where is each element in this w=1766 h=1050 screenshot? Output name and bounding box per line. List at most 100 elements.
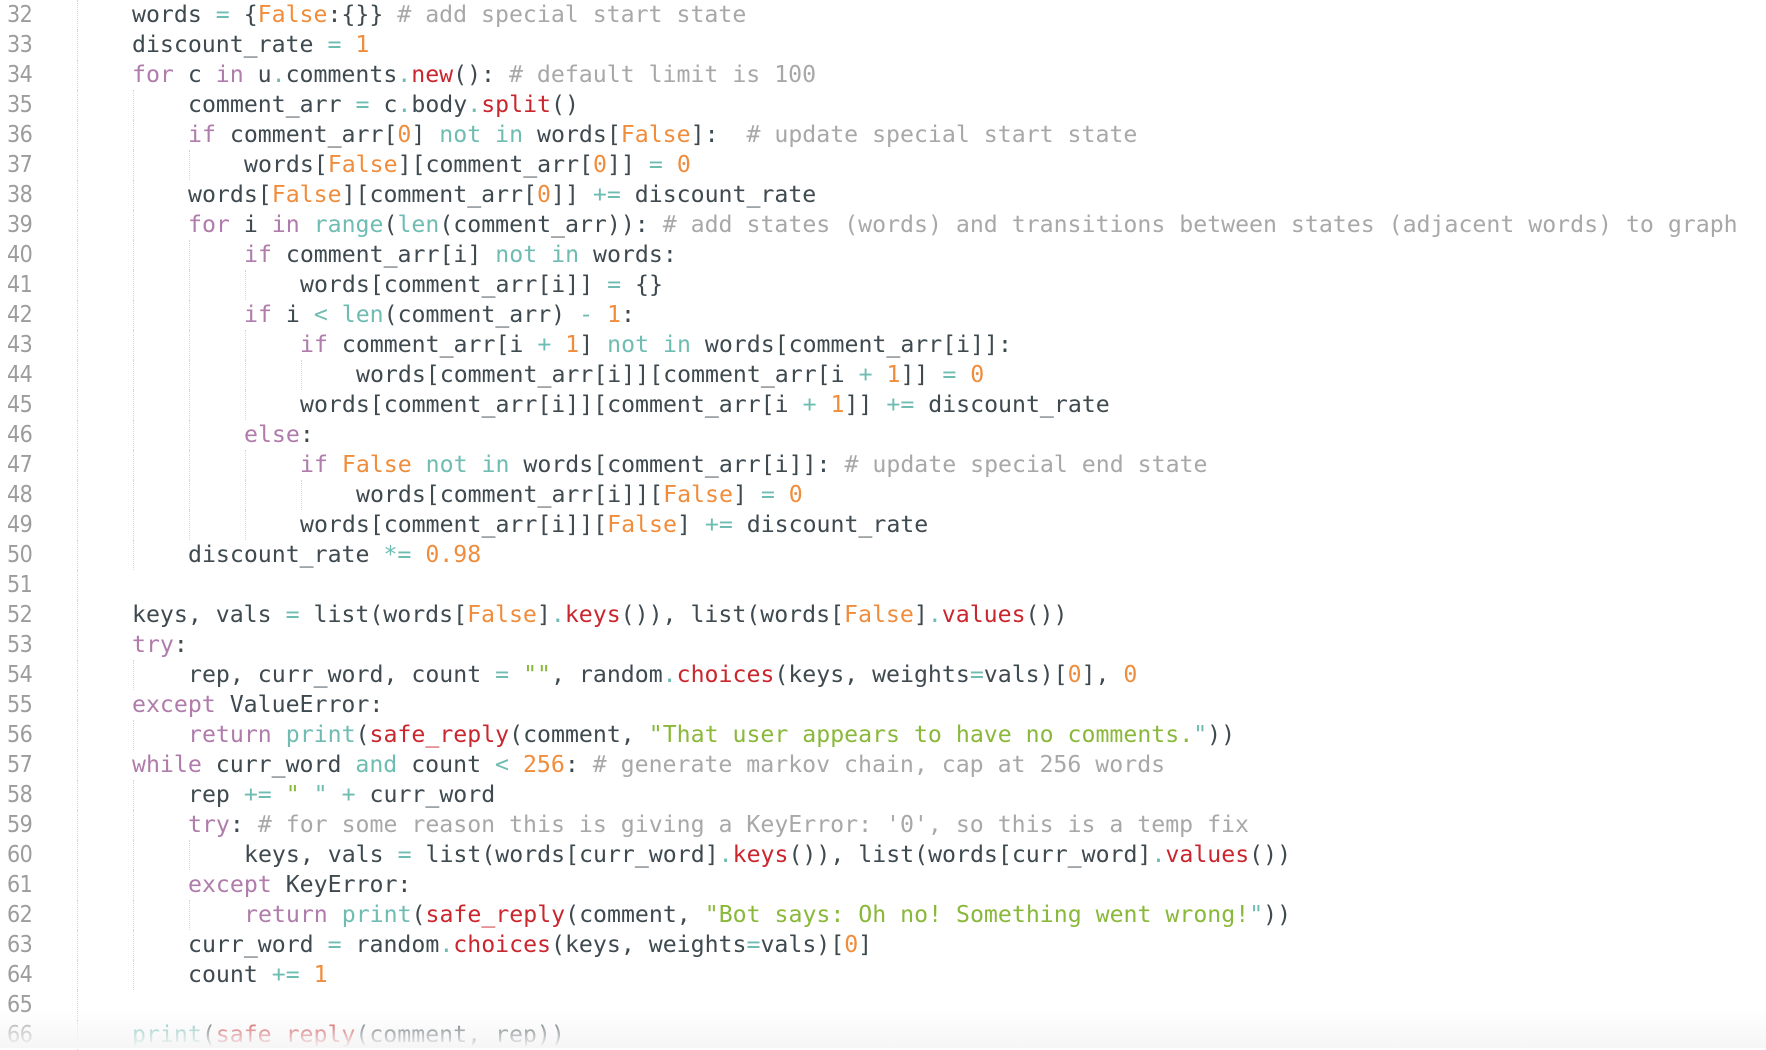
code-line[interactable]: 57 while curr_word and count < 256: # gen… xyxy=(0,750,1766,780)
code-editor[interactable]: 32 words = {False:{}} # add special start… xyxy=(0,0,1766,1050)
function-token: keys xyxy=(564,601,621,628)
code-line[interactable]: 38 words[False][comment_arr[0]] += discou… xyxy=(0,180,1766,210)
code-line[interactable]: 58 rep += " " + curr_word xyxy=(0,780,1766,810)
operator-token: + xyxy=(537,331,552,358)
code-line[interactable]: 64 count += 1 xyxy=(0,960,1766,990)
indent-guide xyxy=(189,360,190,390)
text-token: ()), list(words[curr_word] xyxy=(788,841,1152,868)
code-line[interactable]: 45 words[comment_arr[i]][comment_arr[i + … xyxy=(0,390,1766,420)
indent-guide xyxy=(133,390,134,420)
literal-token: 0 xyxy=(1067,661,1082,688)
text-token: )) xyxy=(1207,721,1236,748)
code-line[interactable]: 56 return print(safe_reply(comment, "That… xyxy=(0,720,1766,750)
code-line[interactable]: 48 words[comment_arr[i]][False] = 0 xyxy=(0,480,1766,510)
code-line[interactable]: 54 rep, curr_word, count = "", random.cho… xyxy=(0,660,1766,690)
code-line[interactable]: 40 if comment_arr[i] not in words: xyxy=(0,240,1766,270)
text-token: ( xyxy=(383,211,398,238)
text-token: (comment_arr)): xyxy=(439,211,663,238)
indent-guide xyxy=(133,120,134,150)
code-line[interactable]: 43 if comment_arr[i + 1] not in words[com… xyxy=(0,330,1766,360)
indent-guide xyxy=(77,720,78,750)
keyword-token: except xyxy=(188,871,272,898)
keyword-token: for xyxy=(188,211,230,238)
code-line[interactable]: 39 for i in range(len(comment_arr)): # ad… xyxy=(0,210,1766,240)
literal-token: False xyxy=(257,1,328,28)
comment-token: # default limit is 100 xyxy=(508,61,817,88)
text-token: ] xyxy=(676,511,705,538)
text-token: comment_arr[i xyxy=(327,331,538,358)
indent-guide xyxy=(77,150,78,180)
code-line[interactable]: 53 try: xyxy=(0,630,1766,660)
code-line[interactable]: 60 keys, vals = list(words[curr_word].key… xyxy=(0,840,1766,870)
text-token: comment_arr[ xyxy=(215,121,398,148)
indent-guide xyxy=(189,840,190,870)
code-line[interactable]: 32 words = {False:{}} # add special start… xyxy=(0,0,1766,30)
code-line[interactable]: 55 except ValueError: xyxy=(0,690,1766,720)
code-line[interactable]: 47 if False not in words[comment_arr[i]]:… xyxy=(0,450,1766,480)
text-token: : xyxy=(229,811,258,838)
code-line[interactable]: 42 if i < len(comment_arr) - 1: xyxy=(0,300,1766,330)
comment-token: # for some reason this is giving a KeyEr… xyxy=(257,811,1249,838)
string-quote-token: " xyxy=(1193,721,1208,748)
code-line[interactable]: 51 xyxy=(0,570,1766,600)
function-token: safe_reply xyxy=(425,901,566,928)
literal-token: 0 xyxy=(593,151,607,178)
text-token: list(words[curr_word] xyxy=(411,841,719,868)
text-token: words[ xyxy=(188,181,272,208)
text-token: i xyxy=(271,301,314,328)
literal-token: 1 xyxy=(830,391,845,418)
literal-token: False xyxy=(271,181,342,208)
code-line[interactable]: 46 else: xyxy=(0,420,1766,450)
text-token: discount_rate xyxy=(132,31,328,58)
code-text: else: xyxy=(244,420,314,450)
literal-token: 0 xyxy=(1123,661,1138,688)
text-token: curr_word xyxy=(201,751,356,778)
line-number: 55 xyxy=(7,692,33,718)
code-line[interactable]: 62 return print(safe_reply(comment, "Bot … xyxy=(0,900,1766,930)
line-number: 44 xyxy=(7,362,33,388)
text-token: discount_rate xyxy=(188,541,384,568)
indent-guide xyxy=(77,540,78,570)
line-number: 63 xyxy=(7,932,33,958)
text-token: ], xyxy=(1081,661,1124,688)
comment-token: # add special start state xyxy=(397,1,747,28)
line-number: 33 xyxy=(7,32,33,58)
code-line[interactable]: 50 discount_rate *= 0.98 xyxy=(0,540,1766,570)
operator-token: + xyxy=(341,781,356,808)
code-line[interactable]: 49 words[comment_arr[i]][False] += discou… xyxy=(0,510,1766,540)
line-number: 32 xyxy=(7,2,33,28)
literal-token: False xyxy=(341,451,412,478)
operator-token: = xyxy=(327,931,342,958)
code-line[interactable]: 44 words[comment_arr[i]][comment_arr[i + … xyxy=(0,360,1766,390)
text-token: vals)[ xyxy=(983,661,1068,688)
line-number: 60 xyxy=(7,842,33,868)
text-token: ]] xyxy=(607,151,649,178)
code-line[interactable]: 63 curr_word = random.choices(keys, weigh… xyxy=(0,930,1766,960)
builtin-token: len xyxy=(397,211,440,238)
text-token: words[comment_arr[i]]: xyxy=(690,331,1013,358)
indent-guide xyxy=(77,750,78,780)
code-line[interactable]: 66 print(safe_reply(comment, rep)) xyxy=(0,1020,1766,1050)
code-line[interactable]: 36 if comment_arr[0] not in words[False]:… xyxy=(0,120,1766,150)
operator-token: . xyxy=(662,661,677,688)
text-token: u xyxy=(243,61,272,88)
code-line[interactable]: 59 try: # for some reason this is giving … xyxy=(0,810,1766,840)
indent-guide xyxy=(77,900,78,930)
code-line[interactable]: 65 xyxy=(0,990,1766,1020)
indent-guide xyxy=(77,870,78,900)
code-line[interactable]: 61 except KeyError: xyxy=(0,870,1766,900)
operator-token: and xyxy=(355,751,398,778)
code-text: words[comment_arr[i]][False] = 0 xyxy=(356,480,803,510)
indent-guide xyxy=(133,510,134,540)
indent-guide xyxy=(77,120,78,150)
code-line[interactable]: 34 for c in u.comments.new(): # default l… xyxy=(0,60,1766,90)
indent-guide xyxy=(77,510,78,540)
indent-guide xyxy=(245,270,246,300)
line-number: 46 xyxy=(7,422,33,448)
code-line[interactable]: 35 comment_arr = c.body.split() xyxy=(0,90,1766,120)
code-line[interactable]: 52 keys, vals = list(words[False].keys())… xyxy=(0,600,1766,630)
code-line[interactable]: 41 words[comment_arr[i]] = {} xyxy=(0,270,1766,300)
code-line[interactable]: 37 words[False][comment_arr[0]] = 0 xyxy=(0,150,1766,180)
code-line[interactable]: 33 discount_rate = 1 xyxy=(0,30,1766,60)
